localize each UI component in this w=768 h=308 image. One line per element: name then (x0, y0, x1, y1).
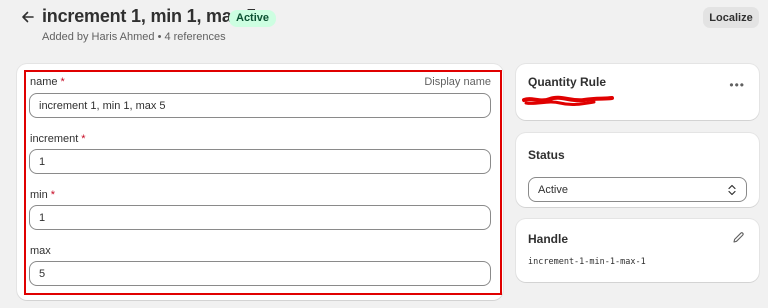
redaction-scribble (522, 95, 614, 107)
select-chevron-icon (728, 184, 736, 195)
localize-button[interactable]: Localize (703, 7, 759, 28)
pencil-icon[interactable] (732, 231, 745, 244)
increment-field[interactable] (29, 149, 491, 174)
handle-card: Handle increment-1-min-1-max-1 (516, 219, 759, 282)
handle-value: increment-1-min-1-max-1 (528, 257, 646, 267)
more-options-icon[interactable]: ••• (729, 78, 745, 92)
page-title: increment 1, min 1, max 5 (42, 6, 257, 26)
name-label: name * (30, 76, 65, 88)
min-field[interactable] (29, 205, 491, 230)
status-badge: Active (229, 10, 277, 27)
page-subtitle: Added by Haris Ahmed • 4 references (42, 31, 226, 43)
min-label: min * (30, 189, 56, 201)
status-card: Status Active (516, 133, 759, 207)
definition-card: Quantity Rule ••• (516, 64, 759, 120)
max-label: max (30, 245, 51, 257)
max-field[interactable] (29, 261, 491, 286)
status-select[interactable]: Active (528, 177, 747, 202)
name-field[interactable] (29, 93, 491, 118)
status-select-value: Active (538, 183, 568, 196)
status-title: Status (528, 148, 565, 162)
definition-title: Quantity Rule (528, 75, 607, 89)
back-arrow-icon[interactable] (20, 9, 36, 25)
increment-label: increment * (30, 133, 86, 145)
handle-title: Handle (528, 232, 569, 246)
display-name-hint: Display name (424, 76, 491, 88)
